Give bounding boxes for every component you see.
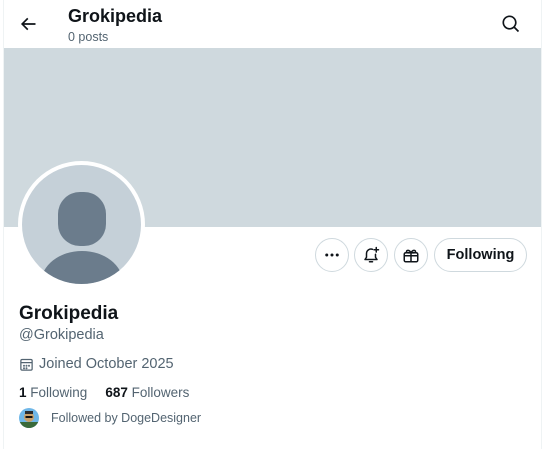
- header-title-block: Grokipedia 0 posts: [68, 5, 162, 46]
- joined-text: Joined October 2025: [39, 356, 174, 372]
- back-button[interactable]: [12, 8, 44, 40]
- following-count: 1: [19, 385, 27, 400]
- right-border: [541, 0, 542, 449]
- following-link[interactable]: 1 Following: [19, 384, 87, 402]
- gift-button[interactable]: [394, 238, 428, 272]
- follower-avatar[interactable]: [19, 408, 39, 428]
- more-icon: [325, 253, 339, 257]
- dog-avatar-icon: [19, 408, 39, 428]
- page-title: Grokipedia: [68, 6, 163, 26]
- notifications-button[interactable]: [354, 238, 388, 272]
- following-button[interactable]: Following: [434, 238, 527, 272]
- follow-stats: 1 Following 687 Followers: [19, 384, 189, 402]
- more-button[interactable]: [315, 238, 349, 272]
- followed-by: Followed by DogeDesigner: [19, 408, 201, 428]
- user-silhouette-icon: [41, 192, 123, 284]
- followers-label: Followers: [131, 385, 190, 400]
- joined-date: Joined October 2025: [19, 355, 174, 373]
- followed-by-text[interactable]: Followed by DogeDesigner: [51, 411, 201, 425]
- avatar[interactable]: [18, 161, 145, 288]
- profile-handle: @Grokipedia: [19, 327, 104, 343]
- profile-header: Grokipedia 0 posts: [4, 0, 541, 48]
- default-avatar: [22, 165, 141, 284]
- followers-count: 687: [105, 385, 128, 400]
- calendar-icon: [20, 358, 33, 371]
- bell-plus-icon: [364, 246, 380, 263]
- followers-link[interactable]: 687 Followers: [105, 384, 189, 402]
- post-count: 0 posts: [68, 30, 109, 44]
- arrow-left-icon: [20, 17, 36, 31]
- search-button[interactable]: [494, 7, 528, 41]
- profile-name: Grokipedia: [19, 303, 119, 324]
- following-label: Following: [30, 385, 88, 400]
- search-icon: [502, 15, 520, 33]
- gift-icon: [403, 249, 419, 263]
